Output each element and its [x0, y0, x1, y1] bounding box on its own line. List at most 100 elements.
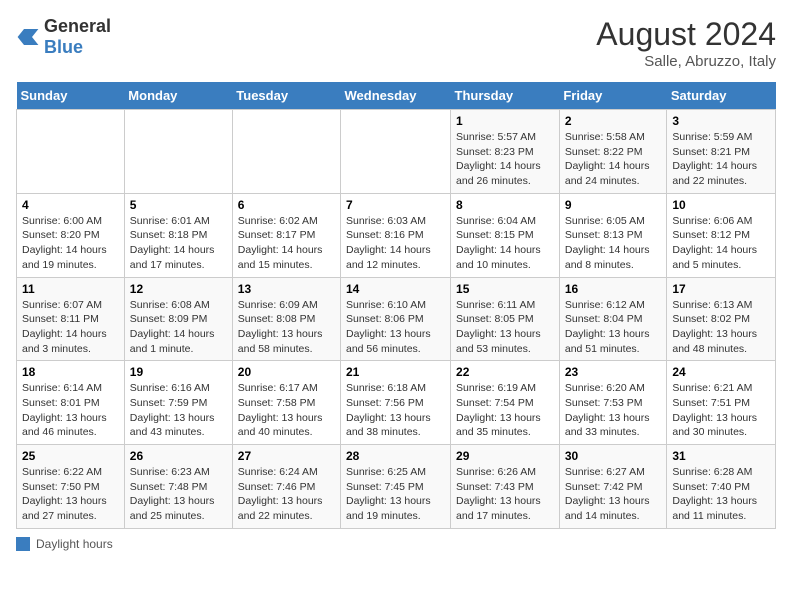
day-number: 6 — [238, 198, 335, 212]
day-info: Sunrise: 6:14 AMSunset: 8:01 PMDaylight:… — [22, 381, 119, 440]
logo-icon — [16, 27, 40, 47]
calendar-day-cell: 9 Sunrise: 6:05 AMSunset: 8:13 PMDaylight… — [559, 193, 667, 277]
day-info: Sunrise: 6:25 AMSunset: 7:45 PMDaylight:… — [346, 465, 445, 524]
day-number: 29 — [456, 449, 554, 463]
day-info: Sunrise: 6:24 AMSunset: 7:46 PMDaylight:… — [238, 465, 335, 524]
calendar-day-cell: 4 Sunrise: 6:00 AMSunset: 8:20 PMDaylight… — [17, 193, 125, 277]
days-header-row: SundayMondayTuesdayWednesdayThursdayFrid… — [17, 82, 776, 110]
calendar-day-cell: 3Sunrise: 5:59 AMSunset: 8:21 PMDaylight… — [667, 110, 776, 194]
logo: General Blue — [16, 16, 111, 58]
day-number: 14 — [346, 282, 445, 296]
day-info: Sunrise: 6:09 AMSunset: 8:08 PMDaylight:… — [238, 298, 335, 357]
calendar-day-cell: 31 Sunrise: 6:28 AMSunset: 7:40 PMDayligh… — [667, 445, 776, 529]
calendar-day-cell: 1 Sunrise: 5:57 AMSunset: 8:23 PMDaylight… — [451, 110, 560, 194]
day-info: Sunrise: 6:19 AMSunset: 7:54 PMDaylight:… — [456, 381, 554, 440]
day-number: 31 — [672, 449, 770, 463]
legend: Daylight hours — [16, 537, 776, 551]
calendar-day-cell: 27Sunrise: 6:24 AMSunset: 7:46 PMDayligh… — [232, 445, 340, 529]
calendar-day-cell: 12 Sunrise: 6:08 AMSunset: 8:09 PMDayligh… — [124, 277, 232, 361]
day-of-week-header: Monday — [124, 82, 232, 110]
calendar-day-cell: 11Sunrise: 6:07 AMSunset: 8:11 PMDayligh… — [17, 277, 125, 361]
calendar-day-cell: 8 Sunrise: 6:04 AMSunset: 8:15 PMDaylight… — [451, 193, 560, 277]
calendar-day-cell: 26 Sunrise: 6:23 AMSunset: 7:48 PMDayligh… — [124, 445, 232, 529]
calendar-table: SundayMondayTuesdayWednesdayThursdayFrid… — [16, 82, 776, 529]
day-info: Sunrise: 6:13 AMSunset: 8:02 PMDaylight:… — [672, 298, 770, 357]
calendar-day-cell: 19Sunrise: 6:16 AMSunset: 7:59 PMDayligh… — [124, 361, 232, 445]
logo-general: General — [44, 16, 111, 36]
day-info: Sunrise: 6:20 AMSunset: 7:53 PMDaylight:… — [565, 381, 662, 440]
day-info: Sunrise: 5:57 AMSunset: 8:23 PMDaylight:… — [456, 130, 554, 189]
calendar-day-cell: 20 Sunrise: 6:17 AMSunset: 7:58 PMDayligh… — [232, 361, 340, 445]
calendar-day-cell — [341, 110, 451, 194]
title-area: August 2024 Salle, Abruzzo, Italy — [596, 16, 776, 70]
day-of-week-header: Sunday — [17, 82, 125, 110]
calendar-day-cell — [124, 110, 232, 194]
day-info: Sunrise: 5:58 AMSunset: 8:22 PMDaylight:… — [565, 130, 662, 189]
calendar-day-cell: 22 Sunrise: 6:19 AMSunset: 7:54 PMDayligh… — [451, 361, 560, 445]
calendar-day-cell: 15Sunrise: 6:11 AMSunset: 8:05 PMDayligh… — [451, 277, 560, 361]
calendar-day-cell: 24 Sunrise: 6:21 AMSunset: 7:51 PMDayligh… — [667, 361, 776, 445]
day-info: Sunrise: 6:00 AMSunset: 8:20 PMDaylight:… — [22, 214, 119, 273]
day-of-week-header: Wednesday — [341, 82, 451, 110]
day-info: Sunrise: 5:59 AMSunset: 8:21 PMDaylight:… — [672, 130, 770, 189]
day-number: 22 — [456, 365, 554, 379]
day-number: 16 — [565, 282, 662, 296]
day-info: Sunrise: 6:17 AMSunset: 7:58 PMDaylight:… — [238, 381, 335, 440]
day-info: Sunrise: 6:23 AMSunset: 7:48 PMDaylight:… — [130, 465, 227, 524]
day-info: Sunrise: 6:04 AMSunset: 8:15 PMDaylight:… — [456, 214, 554, 273]
day-number: 19 — [130, 365, 227, 379]
day-number: 8 — [456, 198, 554, 212]
day-number: 1 — [456, 114, 554, 128]
day-number: 21 — [346, 365, 445, 379]
calendar-day-cell: 5Sunrise: 6:01 AMSunset: 8:18 PMDaylight… — [124, 193, 232, 277]
legend-label: Daylight hours — [36, 537, 113, 551]
header: General Blue August 2024 Salle, Abruzzo,… — [16, 16, 776, 70]
calendar-day-cell: 25Sunrise: 6:22 AMSunset: 7:50 PMDayligh… — [17, 445, 125, 529]
day-info: Sunrise: 6:27 AMSunset: 7:42 PMDaylight:… — [565, 465, 662, 524]
calendar-day-cell: 14 Sunrise: 6:10 AMSunset: 8:06 PMDayligh… — [341, 277, 451, 361]
calendar-day-cell: 29 Sunrise: 6:26 AMSunset: 7:43 PMDayligh… — [451, 445, 560, 529]
day-number: 12 — [130, 282, 227, 296]
day-number: 11 — [22, 282, 119, 296]
calendar-day-cell: 30Sunrise: 6:27 AMSunset: 7:42 PMDayligh… — [559, 445, 667, 529]
day-number: 25 — [22, 449, 119, 463]
day-info: Sunrise: 6:08 AMSunset: 8:09 PMDaylight:… — [130, 298, 227, 357]
calendar-day-cell: 28 Sunrise: 6:25 AMSunset: 7:45 PMDayligh… — [341, 445, 451, 529]
day-info: Sunrise: 6:26 AMSunset: 7:43 PMDaylight:… — [456, 465, 554, 524]
day-number: 15 — [456, 282, 554, 296]
calendar-day-cell: 18 Sunrise: 6:14 AMSunset: 8:01 PMDayligh… — [17, 361, 125, 445]
calendar-day-cell: 16 Sunrise: 6:12 AMSunset: 8:04 PMDayligh… — [559, 277, 667, 361]
logo-blue: Blue — [44, 37, 83, 57]
calendar-week-row: 25Sunrise: 6:22 AMSunset: 7:50 PMDayligh… — [17, 445, 776, 529]
day-number: 10 — [672, 198, 770, 212]
day-number: 9 — [565, 198, 662, 212]
day-number: 20 — [238, 365, 335, 379]
day-info: Sunrise: 6:12 AMSunset: 8:04 PMDaylight:… — [565, 298, 662, 357]
day-number: 24 — [672, 365, 770, 379]
day-number: 17 — [672, 282, 770, 296]
day-number: 26 — [130, 449, 227, 463]
day-number: 7 — [346, 198, 445, 212]
day-of-week-header: Friday — [559, 82, 667, 110]
calendar-day-cell: 23Sunrise: 6:20 AMSunset: 7:53 PMDayligh… — [559, 361, 667, 445]
day-number: 2 — [565, 114, 662, 128]
month-year: August 2024 — [596, 16, 776, 53]
day-number: 13 — [238, 282, 335, 296]
calendar-week-row: 11Sunrise: 6:07 AMSunset: 8:11 PMDayligh… — [17, 277, 776, 361]
calendar-day-cell: 21Sunrise: 6:18 AMSunset: 7:56 PMDayligh… — [341, 361, 451, 445]
day-info: Sunrise: 6:05 AMSunset: 8:13 PMDaylight:… — [565, 214, 662, 273]
day-info: Sunrise: 6:06 AMSunset: 8:12 PMDaylight:… — [672, 214, 770, 273]
day-number: 4 — [22, 198, 119, 212]
day-info: Sunrise: 6:10 AMSunset: 8:06 PMDaylight:… — [346, 298, 445, 357]
day-info: Sunrise: 6:28 AMSunset: 7:40 PMDaylight:… — [672, 465, 770, 524]
day-info: Sunrise: 6:01 AMSunset: 8:18 PMDaylight:… — [130, 214, 227, 273]
calendar-day-cell: 17 Sunrise: 6:13 AMSunset: 8:02 PMDayligh… — [667, 277, 776, 361]
day-of-week-header: Saturday — [667, 82, 776, 110]
calendar-day-cell: 2 Sunrise: 5:58 AMSunset: 8:22 PMDaylight… — [559, 110, 667, 194]
day-info: Sunrise: 6:21 AMSunset: 7:51 PMDaylight:… — [672, 381, 770, 440]
day-number: 18 — [22, 365, 119, 379]
calendar-day-cell — [232, 110, 340, 194]
calendar-day-cell: 7Sunrise: 6:03 AMSunset: 8:16 PMDaylight… — [341, 193, 451, 277]
day-of-week-header: Thursday — [451, 82, 560, 110]
day-number: 28 — [346, 449, 445, 463]
